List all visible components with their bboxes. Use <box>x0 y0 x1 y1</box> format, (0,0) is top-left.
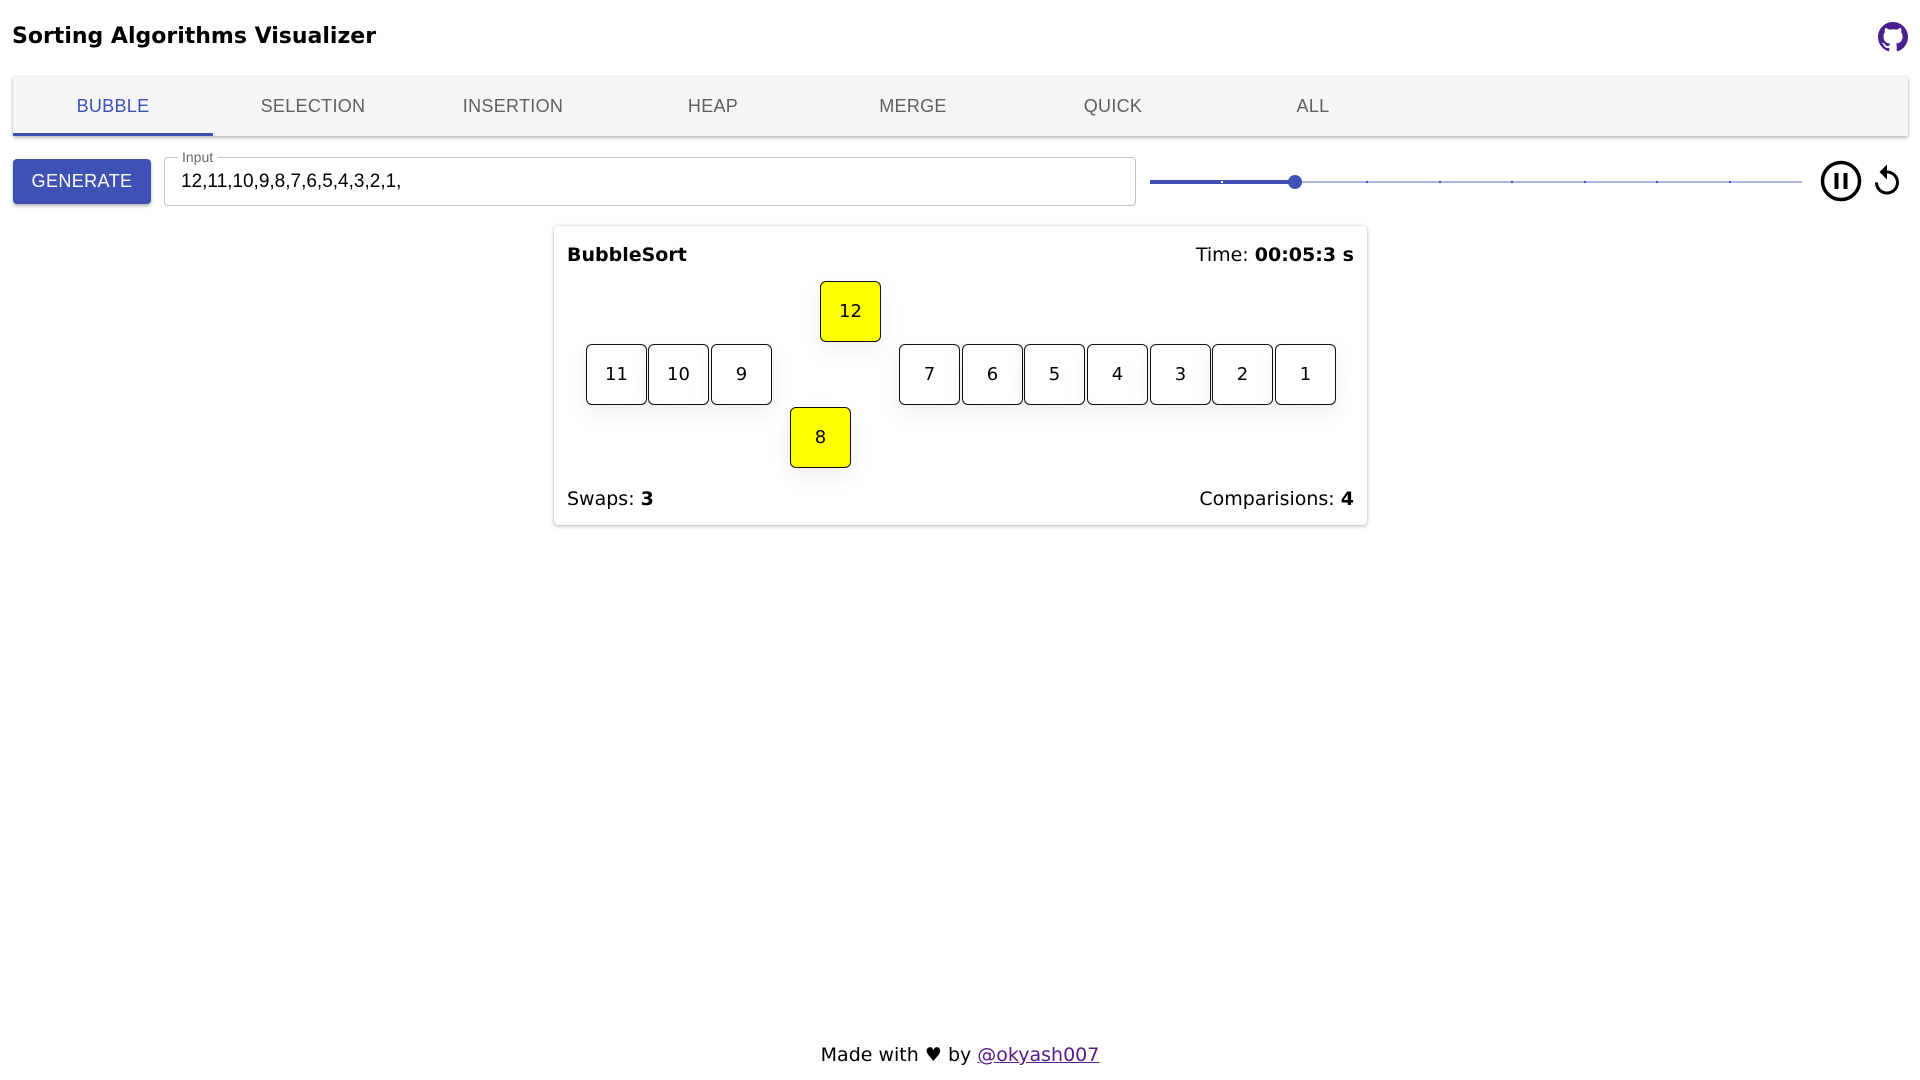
comparisons-value: 4 <box>1340 488 1354 510</box>
author-link[interactable]: @okyash007 <box>977 1044 1099 1066</box>
tab-heap[interactable]: HEAP <box>613 77 813 136</box>
visualizer-card: BubbleSort Time: 00:05:3 s 11 10 9 8 12 … <box>554 226 1367 525</box>
slider-step-mark <box>1656 181 1659 183</box>
array-item: 1 <box>1275 344 1336 405</box>
active-tab-indicator <box>13 133 213 136</box>
slider-step-mark <box>1728 181 1731 183</box>
algorithm-tabs: BUBBLE SELECTION INSERTION HEAP MERGE QU… <box>13 77 1908 136</box>
slider-step-mark <box>1511 181 1514 183</box>
array-input[interactable] <box>181 158 1121 205</box>
algorithm-title: BubbleSort <box>567 244 687 266</box>
swaps-label: Swaps: <box>567 488 635 510</box>
tab-insertion[interactable]: INSERTION <box>413 77 613 136</box>
restart-icon <box>1875 164 1899 195</box>
tab-merge[interactable]: MERGE <box>813 77 1013 136</box>
array-item: 10 <box>648 344 709 405</box>
array-item: 4 <box>1087 344 1148 405</box>
tab-all[interactable]: ALL <box>1213 77 1413 136</box>
comparisons-counter: Comparisions: 4 <box>1199 488 1354 510</box>
app-title: Sorting Algorithms Visualizer <box>12 24 377 49</box>
tab-selection[interactable]: SELECTION <box>213 77 413 136</box>
github-link[interactable] <box>1878 22 1908 52</box>
time-label: Time: <box>1195 244 1249 266</box>
generate-button[interactable]: GENERATE <box>13 159 151 204</box>
pause-button[interactable] <box>1820 160 1862 202</box>
speed-slider[interactable] <box>1150 172 1802 192</box>
slider-step-mark <box>1366 181 1369 183</box>
input-field-container: Input <box>164 149 1136 206</box>
footer-text: Made with <box>820 1044 919 1066</box>
tab-bubble[interactable]: BUBBLE <box>13 77 213 136</box>
array-item: 7 <box>899 344 960 405</box>
slider-thumb[interactable] <box>1287 175 1302 189</box>
swaps-value: 3 <box>640 488 654 510</box>
heart-icon: ♥ <box>924 1044 942 1066</box>
array-item: 9 <box>711 344 772 405</box>
timer: Time: 00:05:3 s <box>1196 244 1354 266</box>
footer-by: by <box>947 1044 972 1066</box>
array-item: 6 <box>962 344 1023 405</box>
array-item: 2 <box>1212 344 1273 405</box>
github-icon <box>1878 22 1908 52</box>
comparisons-label: Comparisions: <box>1199 488 1335 510</box>
array-item-compared: 8 <box>790 407 851 468</box>
tab-quick[interactable]: QUICK <box>1013 77 1213 136</box>
footer: Made with ♥ by @okyash007 <box>0 1044 1920 1066</box>
slider-step-mark <box>1221 181 1224 183</box>
array-item: 5 <box>1024 344 1085 405</box>
pause-circle-icon <box>1820 160 1862 202</box>
slider-step-mark <box>1438 181 1441 183</box>
slider-step-mark <box>1583 181 1586 183</box>
array-item-compared: 12 <box>820 281 881 342</box>
array-item: 3 <box>1150 344 1211 405</box>
time-value: 00:05:3 s <box>1254 244 1354 266</box>
restart-button[interactable] <box>1869 163 1905 199</box>
swaps-counter: Swaps: 3 <box>567 488 654 510</box>
array-item: 11 <box>586 344 647 405</box>
